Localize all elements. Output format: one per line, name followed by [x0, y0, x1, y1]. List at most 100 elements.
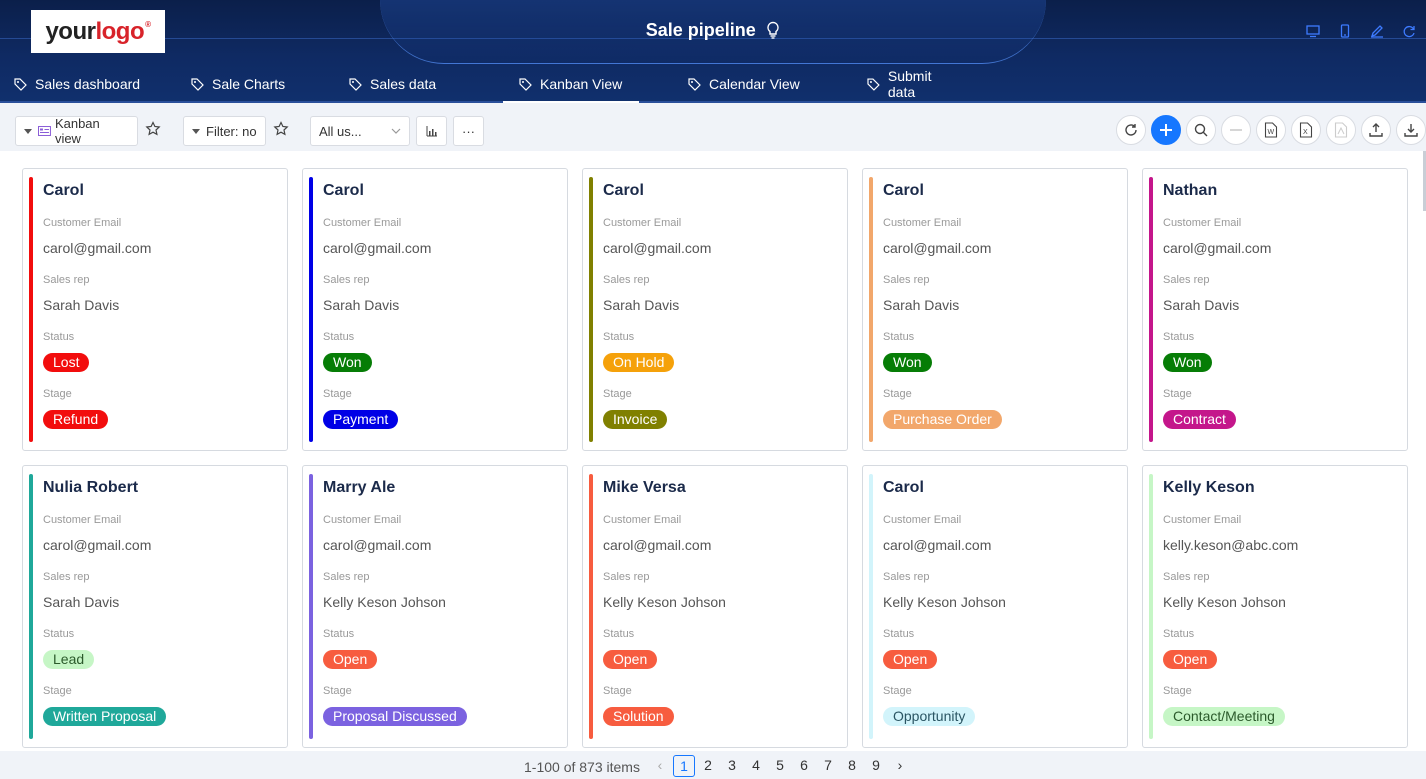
- card-stage-label: Stage: [43, 388, 72, 400]
- card-rep-label: Sales rep: [603, 571, 650, 583]
- kanban-card[interactable]: Carol Customer Email carol@gmail.com Sales …: [22, 168, 288, 451]
- favorite-view-star-icon[interactable]: [145, 121, 161, 137]
- tag-icon: [688, 77, 701, 91]
- card-status-label: Status: [323, 331, 355, 343]
- kanban-card[interactable]: Nathan Customer Email carol@gmail.com Sales…: [1142, 168, 1408, 451]
- tab-label: Kanban View: [540, 76, 623, 92]
- header-actions: [1306, 24, 1416, 38]
- page-title: Sale pipeline: [645, 20, 756, 40]
- page-number-6[interactable]: 6: [793, 755, 815, 777]
- next-page-button[interactable]: ›: [889, 755, 911, 777]
- download-icon: [1404, 124, 1418, 137]
- status-badge: Lost: [43, 353, 90, 372]
- page-number-2[interactable]: 2: [697, 755, 719, 777]
- card-status-label: Status: [43, 331, 75, 343]
- status-badge: Open: [883, 650, 938, 669]
- page-number-4[interactable]: 4: [745, 755, 767, 777]
- kanban-card[interactable]: Kelly Keson Customer Email kelly.keson@abc…: [1142, 465, 1408, 748]
- bar-chart-icon: [426, 125, 437, 136]
- stage-badge: Purchase Order: [883, 410, 1002, 429]
- user-select[interactable]: All us...: [310, 116, 410, 146]
- page-number-9[interactable]: 9: [865, 755, 887, 777]
- tab-kanban-view[interactable]: Kanban View: [503, 66, 639, 103]
- card-title: Carol: [43, 182, 84, 199]
- remove-button[interactable]: [1221, 115, 1251, 145]
- card-rep-value: Sarah Davis: [1163, 297, 1240, 313]
- edit-icon[interactable]: [1370, 24, 1384, 38]
- mobile-icon[interactable]: [1338, 24, 1352, 38]
- kanban-card[interactable]: Marry Ale Customer Email carol@gmail.com Sa…: [302, 465, 568, 748]
- tag-icon: [191, 77, 204, 91]
- refresh-icon[interactable]: [1402, 24, 1416, 38]
- card-rep-value: Sarah Davis: [883, 297, 960, 313]
- download-button[interactable]: [1396, 115, 1426, 145]
- card-rep-value: Sarah Davis: [603, 297, 680, 313]
- upload-icon: [1369, 123, 1383, 137]
- page-number-3[interactable]: 3: [721, 755, 743, 777]
- card-rep-label: Sales rep: [1163, 571, 1210, 583]
- kanban-card[interactable]: Carol Customer Email carol@gmail.com Sales …: [862, 465, 1128, 748]
- page-number-7[interactable]: 7: [817, 755, 839, 777]
- add-record-button[interactable]: [1151, 115, 1181, 145]
- status-badge: Won: [883, 353, 932, 372]
- kanban-card[interactable]: Nulia Robert Customer Email carol@gmail.co…: [22, 465, 288, 748]
- lightbulb-icon[interactable]: [766, 21, 780, 39]
- chart-button[interactable]: [416, 116, 447, 146]
- stage-badge: Solution: [603, 707, 674, 726]
- status-badge: Lead: [43, 650, 95, 669]
- card-rep-value: Kelly Keson Johson: [883, 594, 1006, 610]
- card-email-label: Customer Email: [883, 514, 962, 526]
- card-color-bar: [309, 177, 313, 442]
- reload-button[interactable]: [1116, 115, 1146, 145]
- page-number-8[interactable]: 8: [841, 755, 863, 777]
- card-title: Kelly Keson: [1163, 479, 1255, 496]
- export-word-button[interactable]: W: [1256, 115, 1286, 145]
- card-stage-label: Stage: [323, 685, 352, 697]
- tab-label: Calendar View: [709, 76, 800, 92]
- pagination-summary: 1-100 of 873 items: [524, 759, 640, 775]
- tab-submit-data[interactable]: Submit data: [816, 66, 976, 102]
- tag-icon: [349, 77, 362, 91]
- more-options-button[interactable]: ···: [453, 116, 484, 146]
- favorite-filter-star-icon[interactable]: [273, 121, 289, 137]
- desktop-icon[interactable]: [1306, 24, 1320, 38]
- page-number-5[interactable]: 5: [769, 755, 791, 777]
- filter-button[interactable]: Filter: no: [183, 116, 266, 146]
- card-email-value: carol@gmail.com: [43, 240, 152, 256]
- upload-button[interactable]: [1361, 115, 1391, 145]
- card-rep-label: Sales rep: [323, 571, 370, 583]
- card-rep-value: Sarah Davis: [43, 594, 120, 610]
- card-rep-label: Sales rep: [323, 274, 370, 286]
- view-selector-label: Kanban view: [54, 116, 100, 146]
- tag-icon: [519, 77, 532, 91]
- kanban-board: Carol Customer Email carol@gmail.com Sales …: [0, 151, 1426, 751]
- card-color-bar: [869, 474, 873, 739]
- status-badge: On Hold: [603, 353, 675, 372]
- page-number-1[interactable]: 1: [673, 755, 695, 777]
- filter-label: Filter: no: [206, 123, 257, 139]
- tab-sales-dashboard[interactable]: Sales dashboard: [0, 66, 157, 102]
- tag-icon: [867, 77, 880, 91]
- kanban-card[interactable]: Carol Customer Email carol@gmail.com Sales …: [582, 168, 848, 451]
- kanban-card[interactable]: Carol Customer Email carol@gmail.com Sales …: [302, 168, 568, 451]
- tab-calendar-view[interactable]: Calendar View: [639, 66, 816, 102]
- stage-badge: Contact/Meeting: [1163, 707, 1285, 726]
- view-selector-button[interactable]: Kanban view: [15, 116, 138, 146]
- card-email-value: carol@gmail.com: [883, 537, 992, 553]
- card-color-bar: [29, 474, 33, 739]
- card-rep-value: Sarah Davis: [43, 297, 120, 313]
- status-badge: Won: [1163, 353, 1212, 372]
- kanban-card[interactable]: Carol Customer Email carol@gmail.com Sales …: [862, 168, 1128, 451]
- search-button[interactable]: [1186, 115, 1216, 145]
- card-email-label: Customer Email: [1163, 514, 1242, 526]
- tab-label: Sale Charts: [212, 76, 286, 92]
- tab-sale-charts[interactable]: Sale Charts: [157, 66, 317, 102]
- card-title: Carol: [883, 479, 924, 496]
- tab-sales-data[interactable]: Sales data: [317, 66, 503, 102]
- prev-page-button[interactable]: ‹: [649, 755, 671, 777]
- card-color-bar: [1149, 177, 1153, 442]
- export-pdf-button[interactable]: [1326, 115, 1356, 145]
- export-excel-button[interactable]: X: [1291, 115, 1321, 145]
- card-rep-label: Sales rep: [883, 274, 930, 286]
- kanban-card[interactable]: Mike Versa Customer Email carol@gmail.com S…: [582, 465, 848, 748]
